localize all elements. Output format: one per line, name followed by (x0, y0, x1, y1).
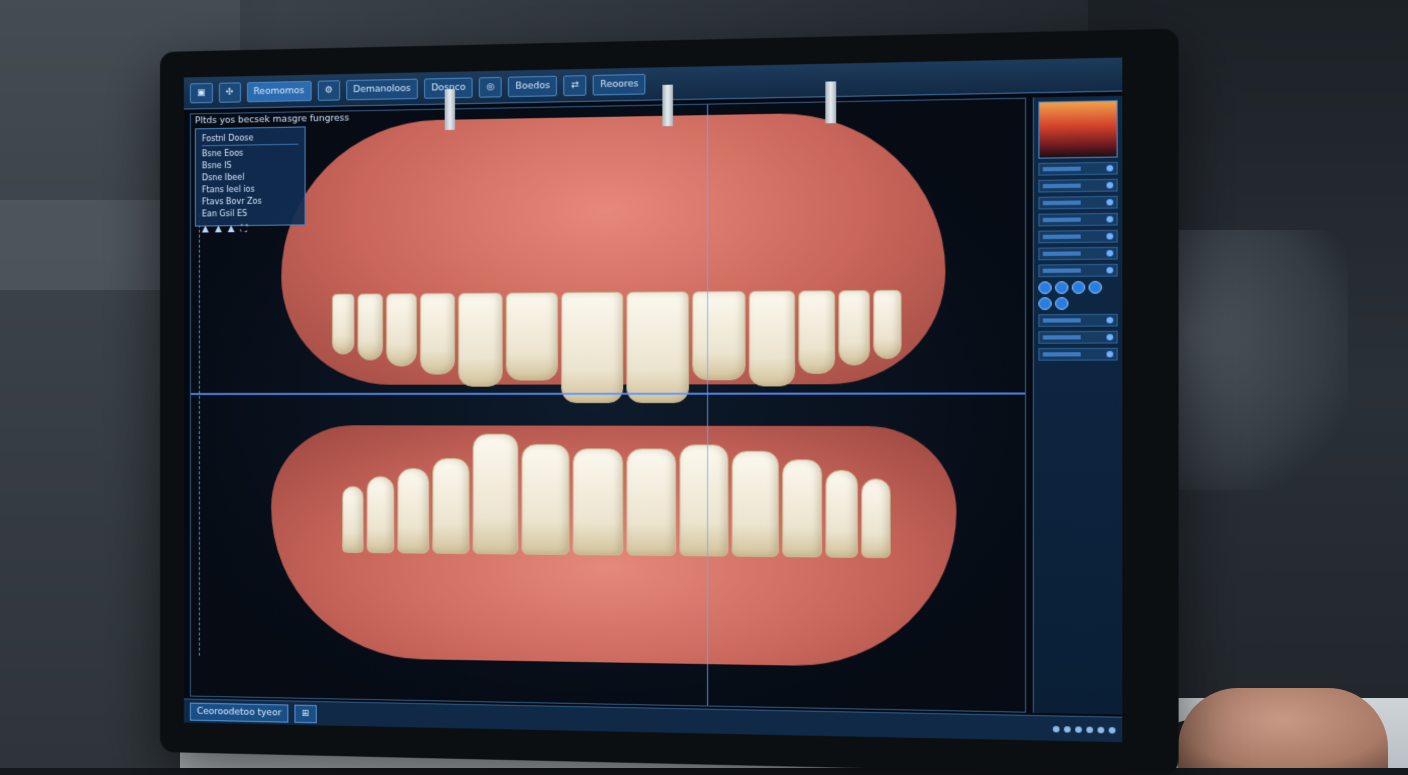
status-indicators (1053, 725, 1116, 733)
lower-teeth (342, 421, 890, 558)
tooth (626, 291, 689, 403)
scale-icon: ⇄ (571, 80, 579, 90)
window-title: Fe Bocsnsnces m woos (206, 63, 310, 75)
tool-icon[interactable] (1038, 281, 1051, 294)
sidebar-control[interactable] (1038, 162, 1117, 176)
info-panel-footer: Ean Gsil ES (202, 207, 299, 220)
status-dot (1109, 727, 1116, 734)
tooth (357, 293, 383, 360)
tooth (342, 486, 363, 553)
upper-teeth (332, 290, 902, 416)
circle-icon: ◎ (486, 82, 494, 92)
status-dot (1064, 726, 1071, 732)
tab-boedos[interactable]: Boedos (508, 75, 557, 96)
tooth (397, 468, 428, 554)
tooth (561, 292, 623, 403)
sidebar-control[interactable] (1038, 247, 1117, 260)
heatmap-preview (1038, 100, 1117, 159)
tool-icon[interactable] (1038, 297, 1051, 310)
tooth (825, 470, 858, 558)
left-ruler (199, 214, 209, 655)
operator-hand (1178, 688, 1388, 768)
filter-icon: ⊞ (302, 708, 310, 718)
gear-icon: ⚙ (325, 85, 333, 95)
tab-reoores[interactable]: Reoores (593, 73, 646, 95)
arrows-icon: ✣ (226, 87, 234, 97)
support-post-right (825, 81, 836, 123)
triangle-icon[interactable]: ▲ (228, 224, 235, 234)
sidebar-control[interactable] (1038, 230, 1117, 244)
vertical-guide-line[interactable] (707, 105, 708, 706)
sidebar-control[interactable] (1038, 213, 1117, 227)
gear-button[interactable]: ⚙ (317, 80, 339, 101)
tooth (874, 290, 902, 359)
tooth (472, 434, 518, 555)
tool-icon[interactable] (1055, 281, 1068, 294)
filter-button[interactable]: ⊞ (295, 704, 317, 723)
screen: Fe Bocsnsnces m woos ▣ ✣ Reomomos ⚙ Dema… (184, 58, 1122, 743)
tooth (572, 448, 622, 555)
circle-button[interactable]: ◎ (479, 76, 502, 97)
info-panel-icons: ▲ ▲ ▲ ⛶ (202, 223, 299, 234)
sidebar-control[interactable] (1038, 179, 1117, 193)
support-post-center (662, 85, 673, 127)
tooth (798, 290, 834, 374)
status-button[interactable]: Ceoroodetoo tyeor (190, 702, 289, 722)
support-post-left (445, 89, 455, 130)
sidebar-control[interactable] (1038, 196, 1117, 210)
tooth (782, 459, 821, 557)
triangle-icon[interactable]: ▲ (215, 224, 222, 234)
frame-icon[interactable]: ⛶ (241, 224, 247, 234)
tooth (521, 444, 569, 555)
triangle-icon[interactable]: ▲ (202, 224, 209, 234)
tool-icon[interactable] (1072, 281, 1085, 294)
tooth (367, 476, 394, 553)
tooth (680, 444, 729, 556)
tooth (861, 478, 890, 558)
dental-model[interactable] (271, 111, 956, 679)
tooth (432, 458, 470, 554)
tool-icon[interactable] (1055, 297, 1068, 310)
sidebar-control[interactable] (1038, 331, 1117, 344)
image-button[interactable]: ▣ (190, 82, 213, 103)
tab-reomomos[interactable]: Reomomos (247, 80, 312, 101)
info-panel: Fostnl Doose Bsne Eoos Bsne IS Dsne Ibee… (195, 126, 306, 226)
status-dot (1086, 726, 1093, 733)
arrows-button[interactable]: ✣ (218, 82, 240, 103)
status-dot (1098, 726, 1105, 733)
sidebar-tool-icons (1038, 281, 1117, 310)
status-dot (1075, 726, 1082, 732)
tooth (332, 294, 354, 355)
sidebar-control[interactable] (1038, 264, 1117, 277)
tooth (626, 448, 677, 556)
info-panel-header: Fostnl Doose (202, 132, 299, 147)
tooth (748, 291, 795, 387)
sidebar-control[interactable] (1038, 314, 1117, 327)
tool-icon[interactable] (1089, 281, 1102, 294)
monitor: Fe Bocsnsnces m woos ▣ ✣ Reomomos ⚙ Dema… (160, 29, 1179, 775)
tooth (420, 293, 455, 375)
tooth (458, 293, 503, 387)
tooth (692, 291, 745, 380)
3d-viewport[interactable]: Pltds yos becsek masgre fungress (190, 98, 1026, 713)
tab-demanoloos[interactable]: Demanoloos (346, 78, 418, 100)
tooth (387, 293, 417, 366)
tooth (506, 292, 558, 380)
image-icon: ▣ (197, 88, 206, 98)
tooth (838, 290, 870, 365)
sidebar-control[interactable] (1038, 348, 1117, 361)
right-sidebar (1033, 96, 1122, 715)
scale-button[interactable]: ⇄ (564, 75, 587, 96)
tooth (732, 451, 779, 557)
status-dot (1053, 725, 1060, 731)
